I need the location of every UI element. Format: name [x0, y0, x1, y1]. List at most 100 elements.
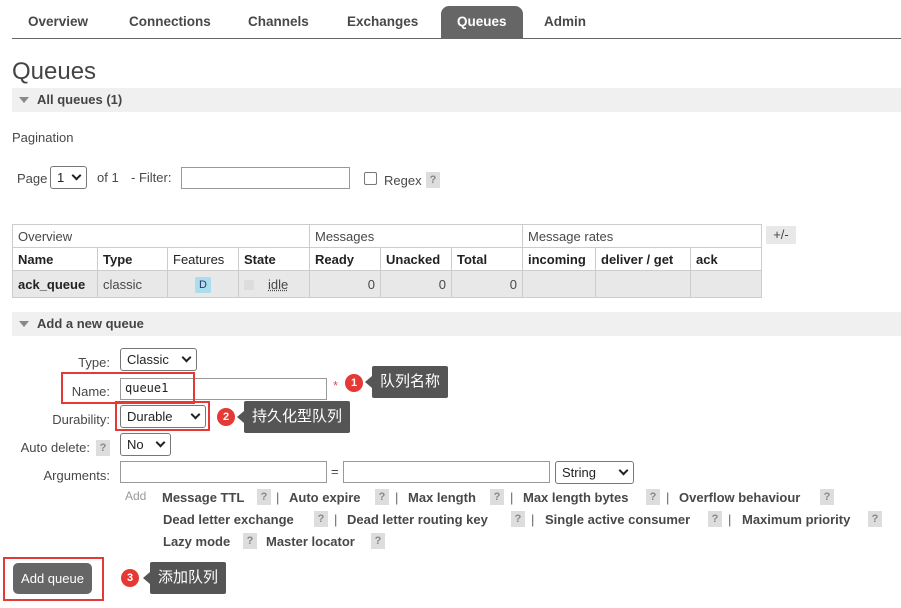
arg-link-dead-letter-routing-key[interactable]: Dead letter routing key	[347, 512, 488, 527]
add-argument-label: Add	[125, 489, 147, 503]
type-select[interactable]: Classic	[120, 348, 197, 371]
top-nav: Overview Connections Channels Exchanges …	[12, 6, 901, 39]
page-label: Page	[17, 171, 48, 186]
callout-add-queue: 添加队列	[142, 562, 227, 594]
separator: |	[728, 512, 732, 527]
col-total[interactable]: Total	[451, 247, 523, 271]
separator: |	[666, 490, 670, 505]
filter-label: - Filter:	[131, 170, 172, 185]
arg-link-dead-letter-exchange[interactable]: Dead letter exchange	[163, 512, 294, 527]
argument-value-input[interactable]	[343, 461, 550, 483]
col-deliver-get[interactable]: deliver / get	[595, 247, 691, 271]
queue-state-cell: idle	[238, 270, 310, 298]
page-select[interactable]: 1	[50, 166, 87, 189]
arg-link-maximum-priority[interactable]: Maximum priority	[742, 512, 850, 527]
separator: |	[395, 490, 399, 505]
arguments-label: Arguments:	[43, 468, 110, 483]
arg-link-auto-expire[interactable]: Auto expire	[289, 490, 361, 505]
separator: |	[276, 490, 280, 505]
callout-number-3: 3	[121, 569, 139, 587]
arg-link-message-ttl[interactable]: Message TTL	[162, 490, 244, 505]
pagination-label: Pagination	[12, 130, 74, 145]
group-overview: Overview	[12, 224, 310, 248]
callout-number-1: 1	[345, 374, 363, 392]
state-indicator-icon	[244, 280, 254, 291]
all-queues-label: All queues (1)	[37, 92, 123, 107]
col-name[interactable]: Name	[12, 247, 98, 271]
queue-deliver-get	[595, 270, 691, 298]
durability-label: Durability:	[52, 412, 110, 427]
col-features[interactable]: Features	[167, 247, 239, 271]
help-icon[interactable]: ?	[314, 511, 328, 527]
col-unacked[interactable]: Unacked	[380, 247, 452, 271]
page-of-label: of 1	[97, 170, 119, 185]
auto-delete-label: Auto delete:	[20, 440, 90, 455]
chevron-down-icon	[71, 170, 82, 181]
arg-link-single-active-consumer[interactable]: Single active consumer	[545, 512, 690, 527]
tab-admin[interactable]: Admin	[544, 6, 586, 38]
tab-connections[interactable]: Connections	[129, 6, 211, 38]
help-icon[interactable]: ?	[868, 511, 882, 527]
col-type[interactable]: Type	[97, 247, 168, 271]
queue-state: idle	[268, 276, 289, 292]
type-label: Type:	[78, 355, 110, 370]
help-icon[interactable]: ?	[375, 489, 389, 505]
callout-queue-name: 队列名称	[364, 366, 449, 398]
separator: |	[334, 512, 338, 527]
columns-toggle-button[interactable]: +/-	[766, 226, 796, 244]
argument-type-select[interactable]: String	[555, 461, 634, 484]
auto-delete-help-icon[interactable]: ?	[96, 440, 110, 456]
filter-input[interactable]	[181, 167, 350, 189]
durable-badge: D	[195, 276, 211, 293]
auto-delete-select[interactable]: No	[120, 433, 171, 456]
highlight-name-box	[61, 372, 195, 404]
arg-link-max-length[interactable]: Max length	[408, 490, 476, 505]
group-messages: Messages	[309, 224, 523, 248]
help-icon[interactable]: ?	[257, 489, 271, 505]
tab-queues[interactable]: Queues	[441, 6, 523, 38]
col-incoming[interactable]: incoming	[522, 247, 596, 271]
group-message-rates: Message rates	[522, 224, 762, 248]
add-queue-section-label: Add a new queue	[37, 316, 144, 331]
queue-unacked: 0	[380, 270, 452, 298]
queue-name-link[interactable]: ack_queue	[12, 270, 98, 298]
arg-link-lazy-mode[interactable]: Lazy mode	[163, 534, 230, 549]
separator: |	[531, 512, 535, 527]
help-icon[interactable]: ?	[646, 489, 660, 505]
tab-overview[interactable]: Overview	[28, 6, 88, 38]
col-ready[interactable]: Ready	[309, 247, 381, 271]
queues-table: Overview Messages Message rates Name Typ…	[12, 224, 762, 298]
argument-key-input[interactable]	[120, 461, 327, 483]
help-icon[interactable]: ?	[490, 489, 504, 505]
add-queue-toggle[interactable]: Add a new queue	[12, 312, 901, 336]
queue-features-cell: D	[167, 270, 239, 298]
highlight-add-button-box	[3, 557, 104, 601]
help-icon[interactable]: ?	[708, 511, 722, 527]
required-mark: *	[333, 378, 339, 393]
queue-incoming	[522, 270, 596, 298]
chevron-down-icon	[618, 465, 629, 476]
tab-exchanges[interactable]: Exchanges	[347, 6, 418, 38]
arg-link-max-length-bytes[interactable]: Max length bytes	[523, 490, 628, 505]
regex-checkbox[interactable]	[364, 172, 377, 185]
help-icon[interactable]: ?	[371, 533, 385, 549]
callout-durable-queue: 持久化型队列	[236, 401, 351, 433]
help-icon[interactable]: ?	[820, 489, 834, 505]
queue-ready: 0	[309, 270, 381, 298]
arg-link-master-locator[interactable]: Master locator	[266, 534, 355, 549]
col-state[interactable]: State	[238, 247, 310, 271]
help-icon[interactable]: ?	[243, 533, 257, 549]
col-ack[interactable]: ack	[690, 247, 762, 271]
page-title: Queues	[12, 58, 97, 85]
tab-channels[interactable]: Channels	[248, 6, 309, 38]
chevron-down-icon	[155, 437, 166, 448]
table-row[interactable]: ack_queue classic D idle 0 0 0	[12, 270, 762, 298]
arg-link-overflow-behaviour[interactable]: Overflow behaviour	[679, 490, 800, 505]
queue-type: classic	[97, 270, 168, 298]
help-icon[interactable]: ?	[511, 511, 525, 527]
collapse-triangle-icon	[19, 97, 29, 103]
chevron-down-icon	[181, 352, 192, 363]
queue-total: 0	[451, 270, 523, 298]
regex-help-icon[interactable]: ?	[426, 172, 440, 188]
all-queues-toggle[interactable]: All queues (1)	[12, 88, 901, 112]
